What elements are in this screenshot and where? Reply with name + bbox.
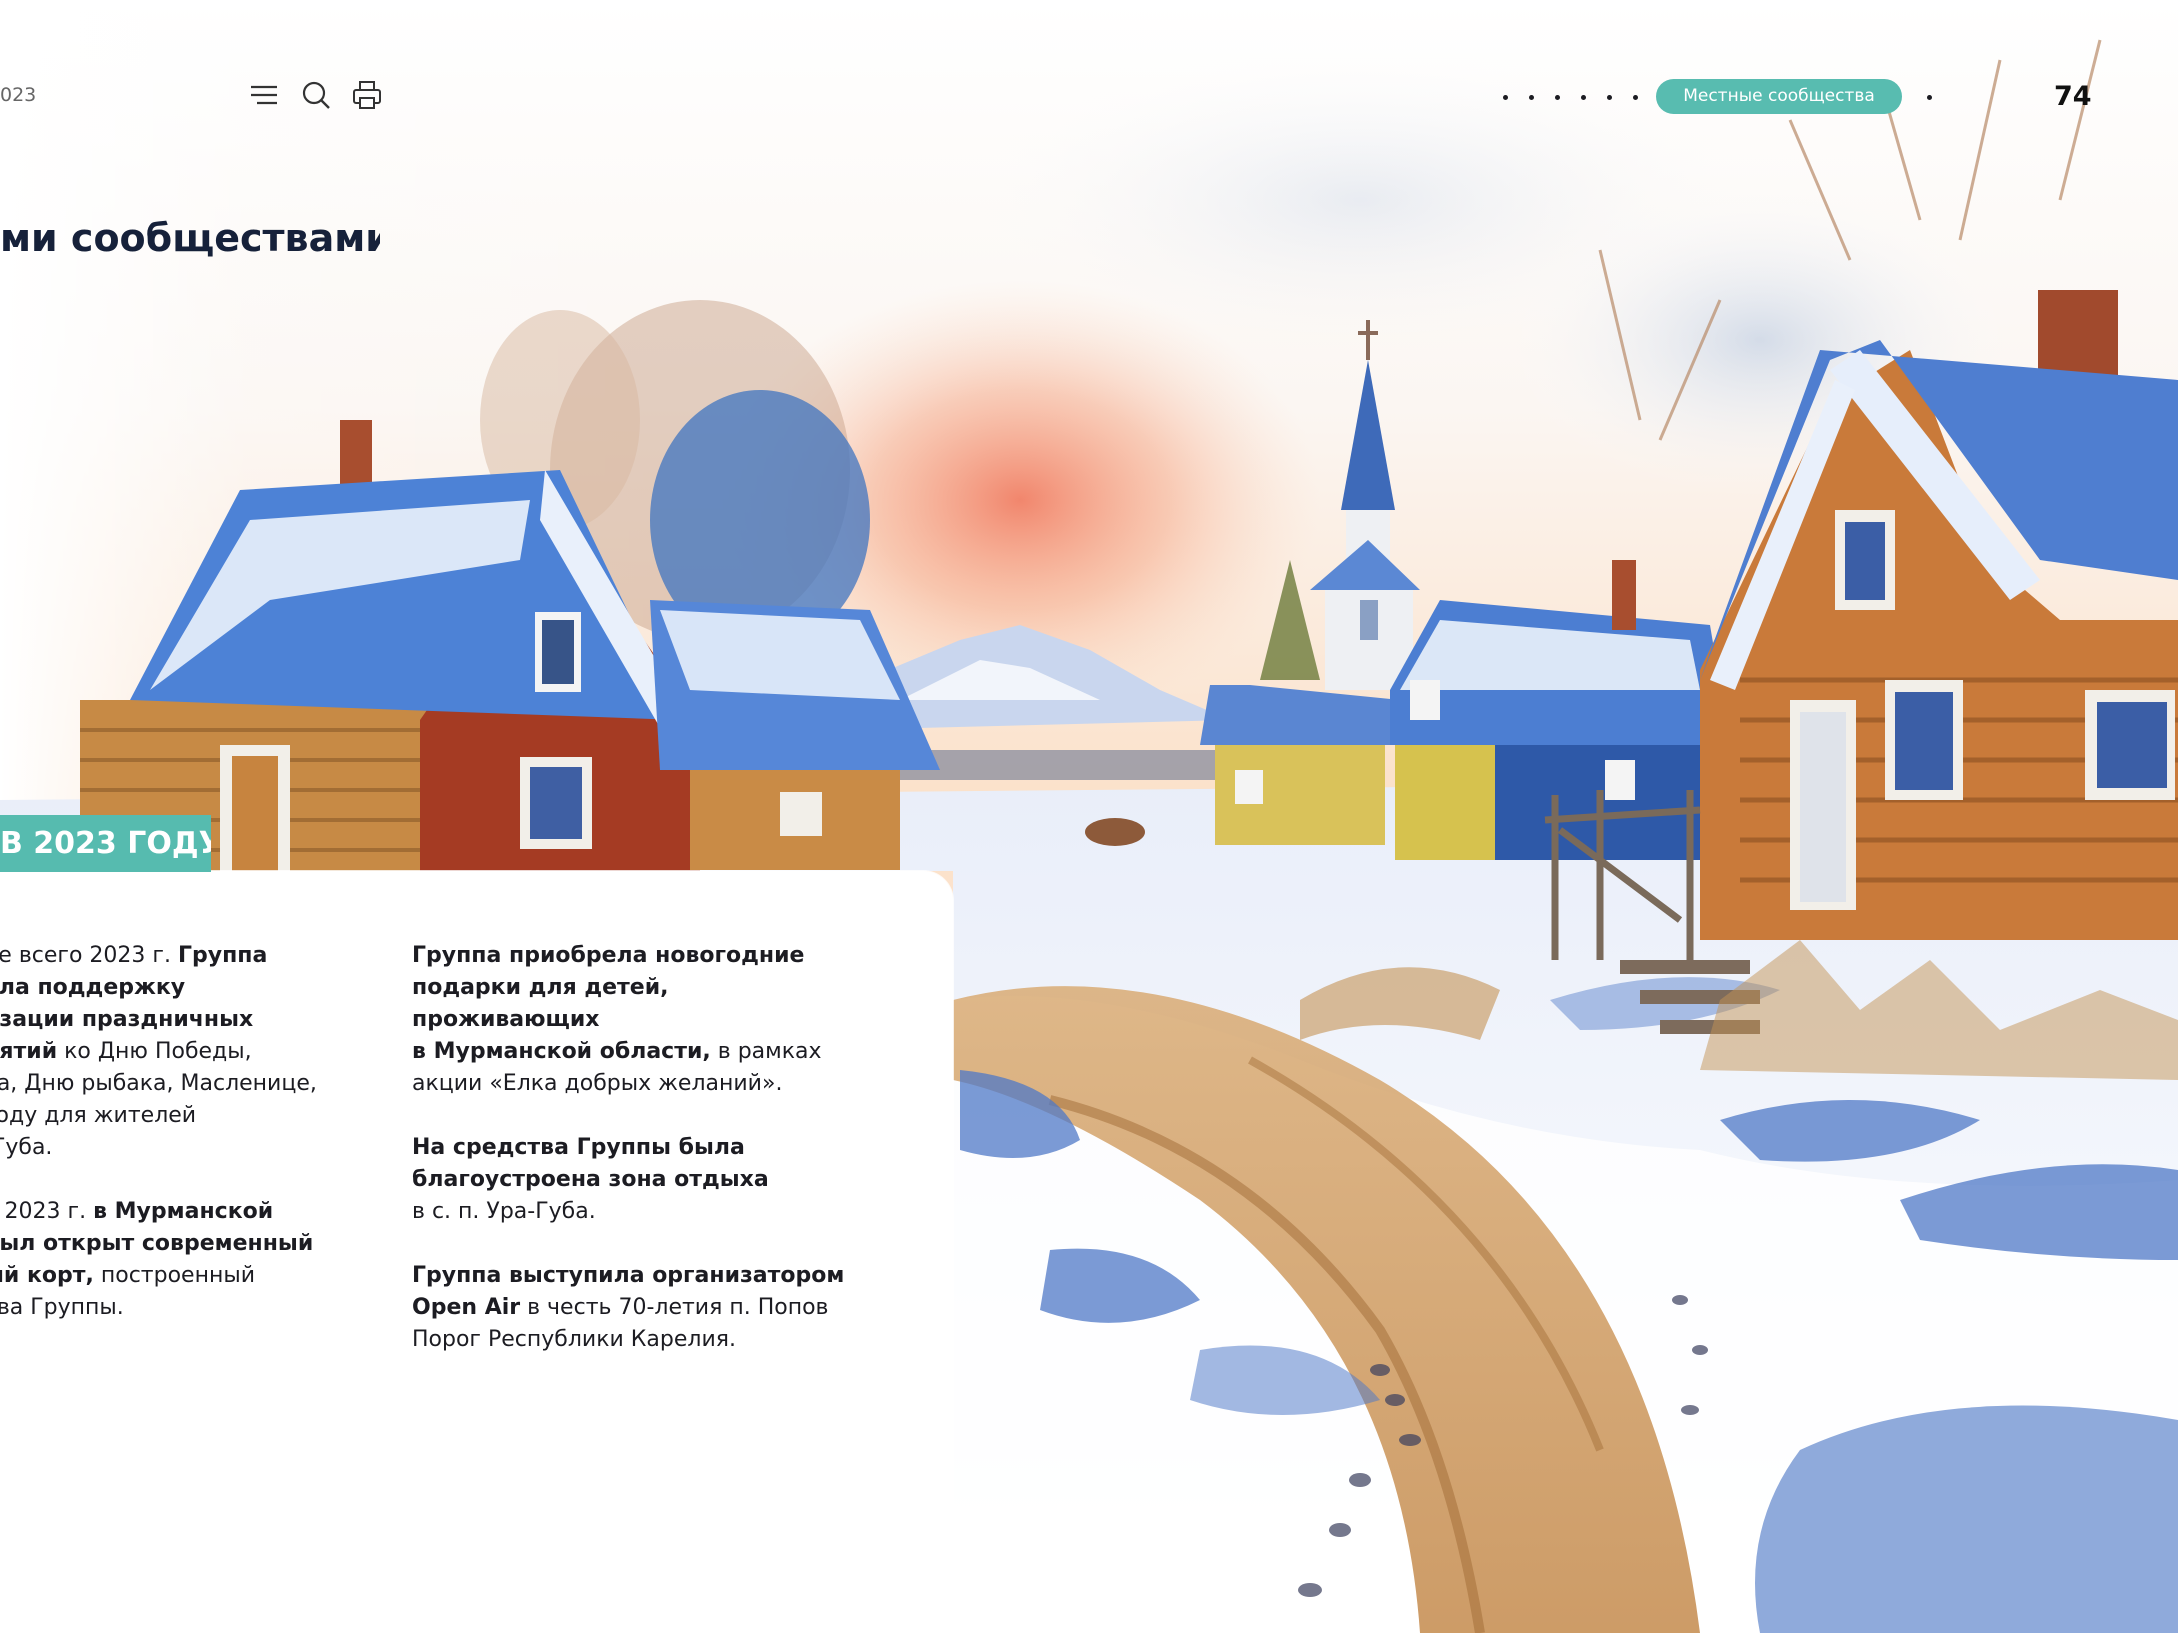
left-column: ие всего 2023 г. Группа ала поддержку из… — [0, 940, 340, 1356]
right-column: Группа приобрела новогодние подарки для … — [412, 940, 852, 1388]
bold-run: был открыт современный — [0, 1231, 314, 1256]
nav-dot[interactable] — [1633, 95, 1638, 100]
bold-run: в Мурманской — [93, 1199, 274, 1224]
text-run: построенный — [93, 1263, 256, 1288]
bold-run: ый корт, — [0, 1263, 94, 1288]
left-paragraph-1: ие всего 2023 г. Группа ала поддержку из… — [0, 940, 340, 1164]
text-run: в с. п. Ура-Губа. — [412, 1199, 596, 1224]
right-paragraph-2: На средства Группы была благоустроена зо… — [412, 1132, 852, 1228]
section-dots-before — [1503, 95, 1638, 101]
search-button[interactable] — [299, 78, 333, 112]
bold-run: в Мурманской области, — [412, 1039, 711, 1064]
nav-dot[interactable] — [1607, 95, 1612, 100]
bold-run: Группа приобрела новогодние — [412, 943, 805, 968]
print-icon — [353, 81, 381, 109]
text-run: в честь 70-летия п. Попов — [520, 1295, 829, 1320]
bold-run: На средства Группы была — [412, 1135, 745, 1160]
text-run: -Губа. — [0, 1135, 53, 1160]
left-paragraph-2: е 2023 г. в Мурманской был открыт соврем… — [0, 1196, 340, 1324]
year-banner-label: В 2023 ГОДУ — [0, 826, 211, 861]
bold-run: Группа — [177, 943, 268, 968]
menu-icon — [251, 85, 277, 105]
text-run: та, Дню рыбака, Масленице, — [0, 1071, 317, 1096]
bold-run: подарки для детей, проживающих — [412, 975, 669, 1032]
report-year-fragment: 023 — [0, 84, 37, 106]
section-dots-after — [1927, 95, 1932, 101]
search-icon — [302, 81, 330, 109]
nav-dot[interactable] — [1529, 95, 1534, 100]
page-number: 74 — [2054, 81, 2092, 112]
text-run: акции «Елка добрых желаний». — [412, 1071, 783, 1096]
text-run: в рамках — [710, 1039, 822, 1064]
nav-dot[interactable] — [1927, 95, 1932, 100]
text-run: Порог Республики Карелия. — [412, 1327, 736, 1352]
right-paragraph-3: Группа выступила организатором Open Air … — [412, 1260, 852, 1356]
print-button[interactable] — [350, 78, 384, 112]
right-paragraph-1: Группа приобрела новогодние подарки для … — [412, 940, 852, 1100]
page-title: ми сообществами — [0, 216, 380, 260]
bold-run: Open Air — [412, 1295, 521, 1320]
bold-run: иятий — [0, 1039, 58, 1064]
bold-run: изации праздничных — [0, 1007, 254, 1032]
nav-dot[interactable] — [1581, 95, 1586, 100]
text-run: ко Дню Победы, — [57, 1039, 252, 1064]
bold-run: благоустроена зона отдыха — [412, 1167, 769, 1192]
current-section-pill[interactable]: Местные сообщества — [1656, 79, 1902, 114]
year-banner: В 2023 ГОДУ — [0, 815, 211, 872]
bold-run: ала поддержку — [0, 975, 186, 1000]
text-run: году для жителей — [0, 1103, 197, 1128]
nav-dot[interactable] — [1503, 95, 1508, 100]
text-run: тва Группы. — [0, 1295, 124, 1320]
menu-button[interactable] — [247, 78, 281, 112]
text-run: ие всего 2023 г. — [0, 943, 178, 968]
nav-dot[interactable] — [1555, 95, 1560, 100]
text-run: е 2023 г. — [0, 1199, 87, 1224]
bold-run: Группа выступила организатором — [412, 1263, 845, 1288]
